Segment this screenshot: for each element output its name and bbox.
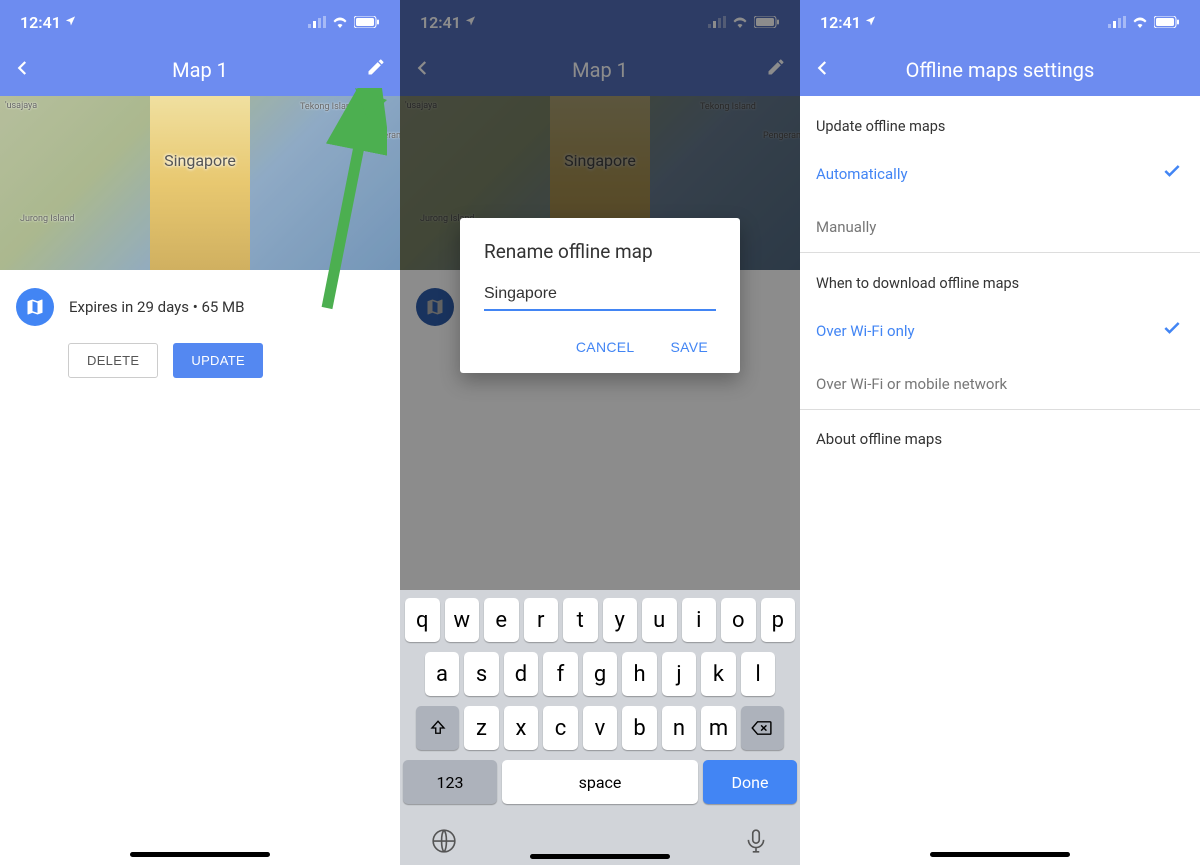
key-f[interactable]: f [543,652,578,696]
key-r[interactable]: r [524,598,559,642]
wifi-icon [332,13,348,32]
edit-icon[interactable] [366,57,386,83]
map-city-label: Singapore [164,151,236,170]
rename-input[interactable] [484,281,716,311]
key-v[interactable]: v [583,706,618,750]
option-manually[interactable]: Manually [800,202,1200,252]
keyboard: qwertyuiop asdfghjkl zxcvbnm 123 space D… [400,590,800,865]
space-key[interactable]: space [502,760,698,804]
section-header-update: Update offline maps [800,96,1200,145]
dialog-title: Rename offline map [484,240,716,263]
status-bar: 12:41 [800,0,1200,44]
numeric-key[interactable]: 123 [403,760,497,804]
map-place-label: Jurong Island [20,214,75,224]
cancel-button[interactable]: CANCEL [568,333,643,361]
page-title: Map 1 [0,58,400,82]
back-icon[interactable] [814,58,832,83]
key-q[interactable]: q [405,598,440,642]
settings-list: Update offline maps Automatically Manual… [800,96,1200,468]
about-offline-maps[interactable]: About offline maps [800,410,1200,468]
check-icon [1162,161,1182,186]
save-button[interactable]: SAVE [662,333,716,361]
key-u[interactable]: u [642,598,677,642]
key-h[interactable]: h [622,652,657,696]
key-g[interactable]: g [583,652,618,696]
delete-button[interactable]: DELETE [68,343,158,378]
home-indicator[interactable] [930,852,1070,857]
key-d[interactable]: d [504,652,539,696]
key-z[interactable]: z [464,706,499,750]
key-y[interactable]: y [603,598,638,642]
option-label: Over Wi-Fi or mobile network [816,375,1007,393]
shift-key[interactable] [416,706,459,750]
key-s[interactable]: s [464,652,499,696]
backspace-key[interactable] [741,706,784,750]
offline-map-icon [16,288,54,326]
nav-bar: Offline maps settings [800,44,1200,96]
screen-rename-dialog: 12:41 Map 1 Singapore Tekong Island [400,0,800,865]
map-meta-row: Expires in 29 days • 65 MB [0,270,400,338]
location-services-icon [65,15,76,29]
key-p[interactable]: p [761,598,796,642]
map-place-label: 'usajaya [5,101,37,111]
wifi-icon [1132,13,1148,32]
option-label: Over Wi-Fi only [816,322,915,340]
nav-bar: Map 1 [0,44,400,96]
key-w[interactable]: w [445,598,480,642]
key-j[interactable]: j [662,652,697,696]
key-o[interactable]: o [721,598,756,642]
key-b[interactable]: b [622,706,657,750]
key-x[interactable]: x [504,706,539,750]
key-a[interactable]: a [425,652,460,696]
battery-icon [354,13,380,32]
key-k[interactable]: k [701,652,736,696]
mic-icon[interactable] [743,828,769,860]
check-icon [1162,318,1182,343]
status-time: 12:41 [20,13,61,32]
back-icon[interactable] [14,58,32,83]
rename-dialog: Rename offline map CANCEL SAVE [460,218,740,373]
option-wifi-mobile[interactable]: Over Wi-Fi or mobile network [800,359,1200,409]
expires-label: Expires in 29 days • 65 MB [69,298,245,316]
key-t[interactable]: t [563,598,598,642]
map-place-label: Pengerang [363,131,400,141]
status-bar: 12:41 [0,0,400,44]
globe-icon[interactable] [431,828,457,860]
signal-icon [308,13,326,32]
screen-map-detail: 12:41 Map 1 Singapore Tekong Island [0,0,400,865]
signal-icon [1108,13,1126,32]
page-title: Offline maps settings [800,58,1200,82]
key-n[interactable]: n [662,706,697,750]
key-m[interactable]: m [701,706,736,750]
home-indicator[interactable] [530,854,670,859]
key-l[interactable]: l [741,652,776,696]
section-header-when: When to download offline maps [800,253,1200,302]
map-place-label: Tekong Island [300,102,356,112]
option-label: Manually [816,218,876,236]
update-button[interactable]: UPDATE [173,343,263,378]
screen-offline-settings: 12:41 Offline maps settings Update offli… [800,0,1200,865]
option-wifi-only[interactable]: Over Wi-Fi only [800,302,1200,359]
option-label: Automatically [816,165,908,183]
key-i[interactable]: i [682,598,717,642]
option-automatically[interactable]: Automatically [800,145,1200,202]
location-services-icon [865,15,876,29]
done-key[interactable]: Done [703,760,797,804]
home-indicator[interactable] [130,852,270,857]
map-preview[interactable]: Singapore Tekong Island 'usajaya Pengera… [0,96,400,270]
battery-icon [1154,13,1180,32]
key-c[interactable]: c [543,706,578,750]
status-time: 12:41 [820,13,861,32]
key-e[interactable]: e [484,598,519,642]
